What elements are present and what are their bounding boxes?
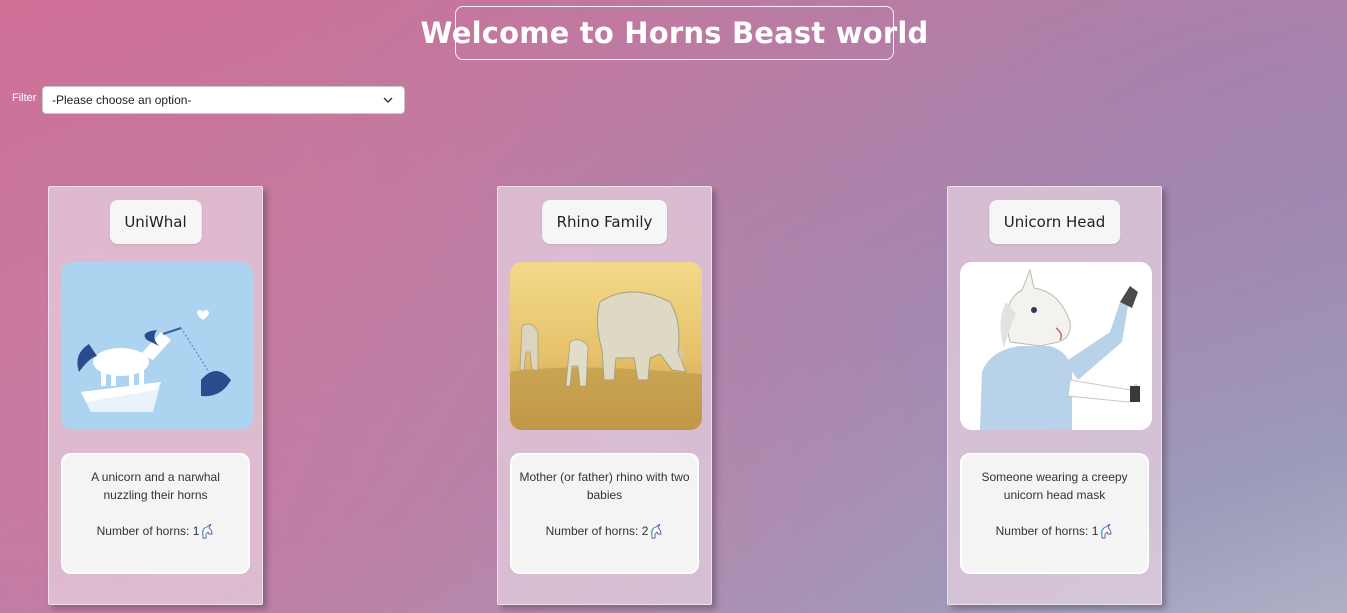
horns-label: Number of horns: — [995, 524, 1089, 538]
card-description-text: A unicorn and a narwhal nuzzling their h… — [91, 470, 220, 502]
unicorn-narwhal-illustration — [61, 262, 253, 430]
card-image-rhino-family[interactable] — [510, 262, 702, 430]
page-title: Welcome to Horns Beast world — [420, 16, 929, 50]
card-image-uniwhal[interactable] — [61, 262, 253, 430]
filter-selected-value: -Please choose an option- — [52, 93, 192, 107]
card-horns: Number of horns: 1 — [68, 522, 243, 540]
card-title[interactable]: Rhino Family — [541, 200, 668, 244]
page-header: Welcome to Horns Beast world — [421, 6, 928, 60]
card-horns: Number of horns: 2 — [517, 522, 692, 540]
card-title[interactable]: UniWhal — [109, 200, 202, 244]
card-description: Mother (or father) rhino with two babies… — [510, 453, 699, 574]
filter-label: Filter — [12, 92, 37, 104]
beast-card[interactable]: UniWhal A unicorn and a narwhal nuzzling… — [48, 186, 263, 605]
horns-label: Number of horns: — [545, 524, 639, 538]
rhino-family-photo — [510, 262, 702, 430]
horns-count: 2 — [641, 524, 649, 538]
horns-label: Number of horns: — [96, 524, 190, 538]
card-description-text: Mother (or father) rhino with two babies — [519, 470, 690, 502]
beast-card[interactable]: Unicorn Head Someone wearing a creepy un… — [947, 186, 1162, 605]
card-description: Someone wearing a creepy unicorn head ma… — [960, 453, 1149, 574]
card-description: A unicorn and a narwhal nuzzling their h… — [61, 453, 250, 574]
filter-select[interactable]: -Please choose an option- — [42, 86, 405, 114]
unicorn-icon — [651, 523, 662, 538]
card-title[interactable]: Unicorn Head — [988, 200, 1121, 244]
beast-card[interactable]: Rhino Family Mother (or father) rhino wi… — [497, 186, 712, 605]
horns-count: 1 — [1091, 524, 1099, 538]
chevron-down-icon — [383, 97, 393, 103]
card-horns: Number of horns: 1 — [967, 522, 1142, 540]
card-image-unicorn-head[interactable] — [960, 262, 1152, 430]
card-description-text: Someone wearing a creepy unicorn head ma… — [981, 470, 1128, 502]
unicorn-icon — [1101, 523, 1112, 538]
unicorn-icon — [202, 523, 213, 538]
horns-count: 1 — [192, 524, 200, 538]
unicorn-head-mask-photo — [960, 262, 1152, 430]
